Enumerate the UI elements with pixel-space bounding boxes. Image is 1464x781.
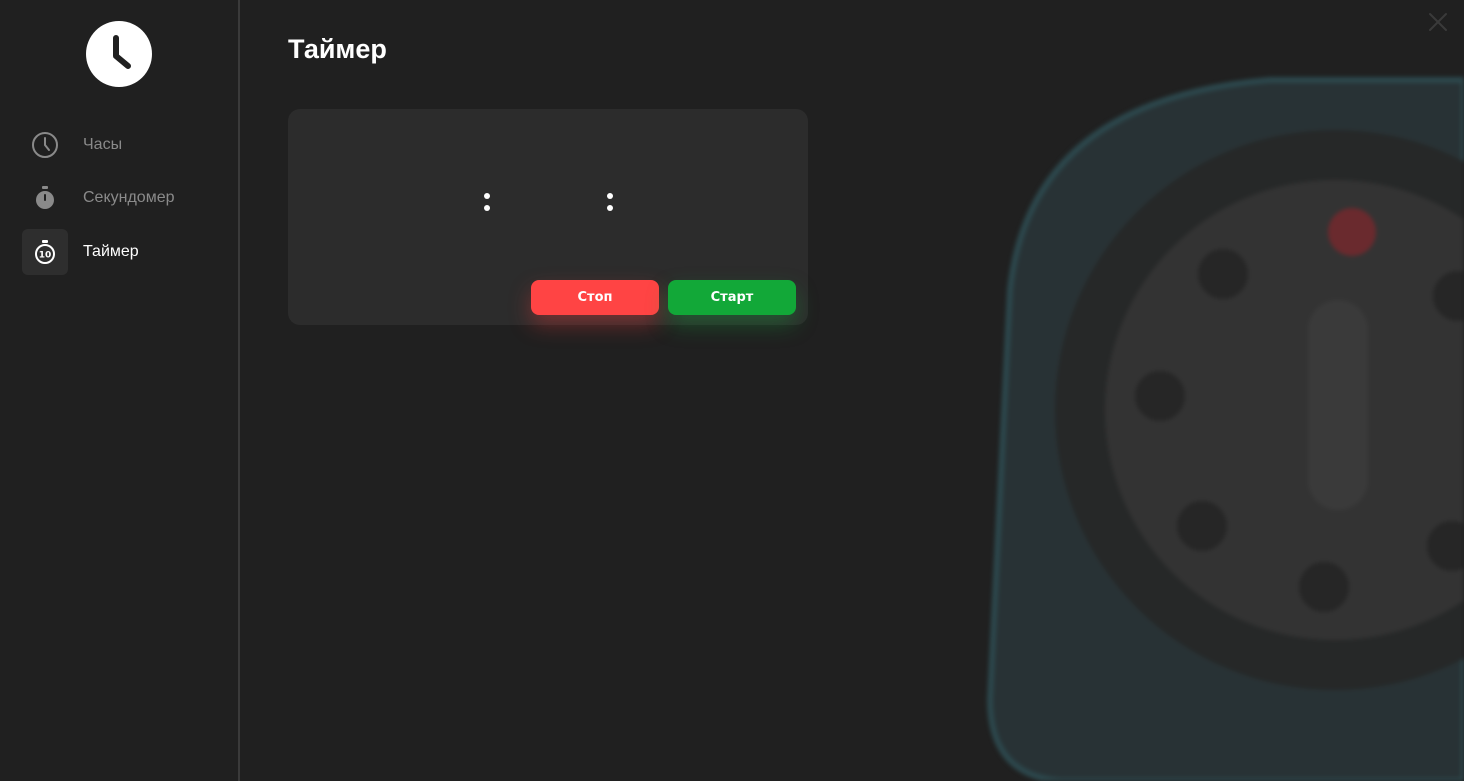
page-title: Таймер (288, 34, 387, 64)
clock-icon (22, 122, 68, 168)
timer-app-window: Часы Секундомер 10 Таймер Таймер Стоп Ст… (0, 0, 1464, 781)
sidebar-item-label: Секундомер (83, 189, 175, 206)
time-separator (482, 187, 492, 219)
start-button[interactable]: Старт (668, 280, 796, 315)
sidebar-item-clock[interactable]: Часы (22, 122, 222, 168)
sidebar-item-timer[interactable]: 10 Таймер (22, 229, 222, 275)
sidebar-item-stopwatch[interactable]: Секундомер (22, 175, 222, 221)
minutes-input[interactable] (514, 181, 608, 227)
timer-icon: 10 (22, 229, 68, 275)
sidebar: Часы Секундомер 10 Таймер (0, 0, 240, 781)
stop-button[interactable]: Стоп (531, 280, 659, 315)
sidebar-item-label: Таймер (83, 243, 139, 260)
time-separator (605, 187, 615, 219)
close-icon[interactable] (1426, 10, 1450, 34)
clock-logo-icon (86, 21, 152, 87)
stopwatch-icon (22, 175, 68, 221)
timer-card: Стоп Старт (288, 109, 808, 325)
sidebar-item-label: Часы (83, 136, 123, 153)
background-timer-illustration (986, 77, 1464, 781)
seconds-input[interactable] (637, 181, 731, 227)
svg-text:10: 10 (39, 251, 52, 261)
hours-input[interactable] (391, 181, 485, 227)
